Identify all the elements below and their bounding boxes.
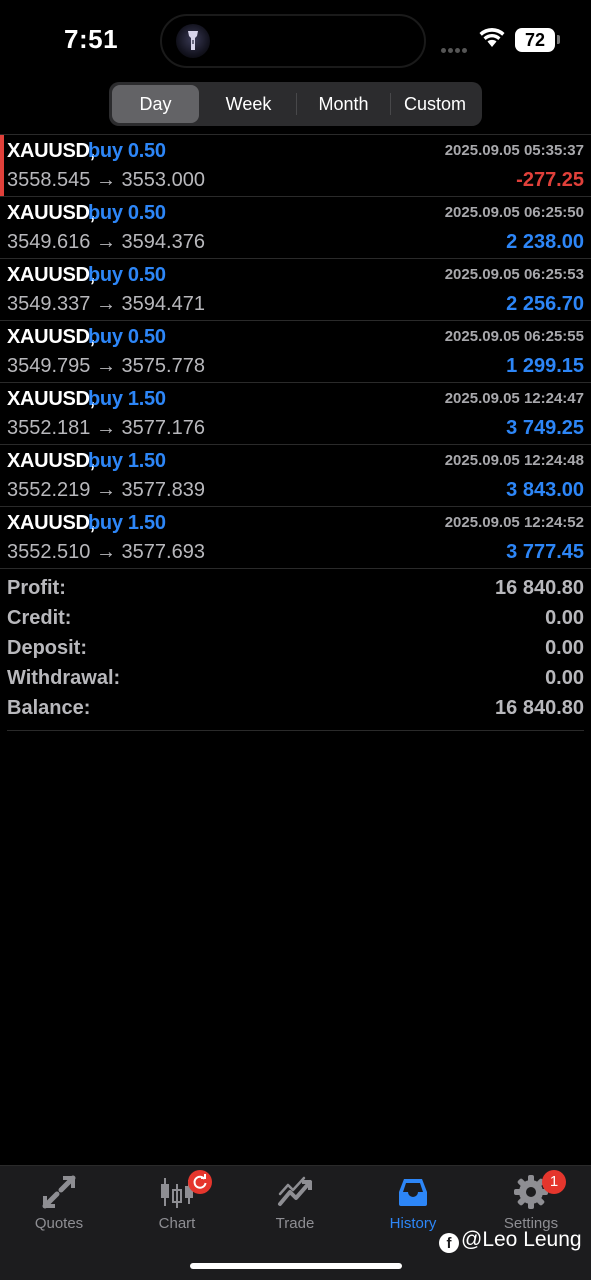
period-month-button[interactable]: Month <box>297 85 390 123</box>
period-week-button[interactable]: Week <box>201 85 296 123</box>
watermark-text: @Leo Leung <box>461 1228 582 1251</box>
dynamic-island <box>160 14 426 68</box>
summary-row-credit: Credit: 0.00 <box>0 604 591 634</box>
deal-datetime: 2025.09.05 06:25:50 <box>444 204 584 221</box>
summary-row-deposit: Deposit: 0.00 <box>0 634 591 664</box>
home-indicator[interactable] <box>190 1263 402 1269</box>
deal-type: buy 0.50 <box>88 202 166 224</box>
period-segmented-control: Day Week Month Custom <box>109 82 482 126</box>
deal-prices: 3552.219 → 3577.839 <box>7 479 205 501</box>
deal-prices: 3549.616 → 3594.376 <box>7 231 205 253</box>
summary-label: Deposit: <box>7 637 87 659</box>
facebook-icon: f <box>439 1233 459 1253</box>
summary-row-profit: Profit: 16 840.80 <box>0 574 591 604</box>
deal-datetime: 2025.09.05 12:24:47 <box>444 390 584 407</box>
deal-row[interactable]: XAUUSD, buy 0.50 2025.09.05 06:25:55 354… <box>0 320 591 382</box>
deal-profit: 3 777.45 <box>506 541 584 563</box>
tab-chart[interactable]: Chart <box>118 1166 236 1246</box>
deal-symbol: XAUUSD, <box>7 140 95 162</box>
deal-prices: 3549.795 → 3575.778 <box>7 355 205 377</box>
deal-type: buy 1.50 <box>88 388 166 410</box>
deals-list: XAUUSD, buy 0.50 2025.09.05 05:35:37 355… <box>0 134 591 569</box>
deal-prices: 3552.181 → 3577.176 <box>7 417 205 439</box>
summary-row-withdrawal: Withdrawal: 0.00 <box>0 664 591 694</box>
quotes-icon <box>41 1174 77 1210</box>
period-custom-button[interactable]: Custom <box>391 85 479 123</box>
deal-type: buy 0.50 <box>88 140 166 162</box>
deal-datetime: 2025.09.05 05:35:37 <box>444 142 584 159</box>
settings-badge: 1 <box>542 1170 566 1194</box>
deal-symbol: XAUUSD, <box>7 264 95 286</box>
summary-value: 0.00 <box>545 607 584 629</box>
account-summary: Profit: 16 840.80 Credit: 0.00 Deposit: … <box>0 574 591 724</box>
deal-profit: 2 238.00 <box>506 231 584 253</box>
deal-profit: 1 299.15 <box>506 355 584 377</box>
summary-value: 0.00 <box>545 667 584 689</box>
deal-symbol: XAUUSD, <box>7 388 95 410</box>
battery-tip <box>557 35 560 44</box>
summary-value: 16 840.80 <box>495 697 584 719</box>
deal-prices: 3558.545 → 3553.000 <box>7 169 205 191</box>
deal-profit: 2 256.70 <box>506 293 584 315</box>
summary-label: Balance: <box>7 697 91 719</box>
chart-refresh-badge <box>188 1170 212 1194</box>
deal-row[interactable]: XAUUSD, buy 0.50 2025.09.05 06:25:53 354… <box>0 258 591 320</box>
deal-row[interactable]: XAUUSD, buy 1.50 2025.09.05 12:24:52 355… <box>0 506 591 568</box>
deal-row[interactable]: XAUUSD, buy 0.50 2025.09.05 06:25:50 354… <box>0 196 591 258</box>
history-inbox-icon <box>395 1174 431 1210</box>
tab-trade[interactable]: Trade <box>236 1166 354 1246</box>
deal-type: buy 0.50 <box>88 326 166 348</box>
summary-label: Withdrawal: <box>7 667 121 689</box>
deal-profit: 3 843.00 <box>506 479 584 501</box>
deal-datetime: 2025.09.05 12:24:48 <box>444 452 584 469</box>
deal-symbol: XAUUSD, <box>7 450 95 472</box>
summary-value: 16 840.80 <box>495 577 584 599</box>
deal-type: buy 0.50 <box>88 264 166 286</box>
battery-icon: 72 <box>515 28 555 52</box>
deal-symbol: XAUUSD, <box>7 202 95 224</box>
deal-type: buy 1.50 <box>88 450 166 472</box>
period-day-button[interactable]: Day <box>112 85 199 123</box>
status-bar: 7:51 72 <box>0 0 591 80</box>
deal-prices: 3552.510 → 3577.693 <box>7 541 205 563</box>
summary-label: Profit: <box>7 577 66 599</box>
tab-label: Chart <box>158 1215 196 1232</box>
status-time: 7:51 <box>64 24 119 54</box>
list-divider <box>0 568 591 569</box>
deal-prices: 3549.337 → 3594.471 <box>7 293 205 315</box>
wifi-icon <box>478 26 506 53</box>
deal-symbol: XAUUSD, <box>7 512 95 534</box>
deal-row[interactable]: XAUUSD, buy 1.50 2025.09.05 12:24:48 355… <box>0 444 591 506</box>
watermark: f @Leo Leung <box>439 1228 582 1253</box>
deal-datetime: 2025.09.05 12:24:52 <box>444 514 584 531</box>
deal-symbol: XAUUSD, <box>7 326 95 348</box>
trade-icon <box>277 1174 313 1210</box>
selected-row-marker <box>0 135 4 196</box>
deal-datetime: 2025.09.05 06:25:53 <box>444 266 584 283</box>
deal-row[interactable]: XAUUSD, buy 1.50 2025.09.05 12:24:47 355… <box>0 382 591 444</box>
tab-label: Quotes <box>34 1215 84 1232</box>
deal-type: buy 1.50 <box>88 512 166 534</box>
tab-label: Trade <box>275 1215 315 1232</box>
deal-profit: 3 749.25 <box>506 417 584 439</box>
tab-quotes[interactable]: Quotes <box>0 1166 118 1246</box>
summary-row-balance: Balance: 16 840.80 <box>0 694 591 724</box>
summary-label: Credit: <box>7 607 72 629</box>
refresh-icon <box>193 1174 207 1189</box>
deal-profit: -277.25 <box>516 169 584 191</box>
deal-datetime: 2025.09.05 06:25:55 <box>444 328 584 345</box>
flashlight-icon <box>176 24 210 58</box>
deal-row[interactable]: XAUUSD, buy 0.50 2025.09.05 05:35:37 355… <box>0 134 591 196</box>
summary-divider <box>7 730 584 731</box>
summary-value: 0.00 <box>545 637 584 659</box>
cellular-signal-icon <box>441 40 469 58</box>
